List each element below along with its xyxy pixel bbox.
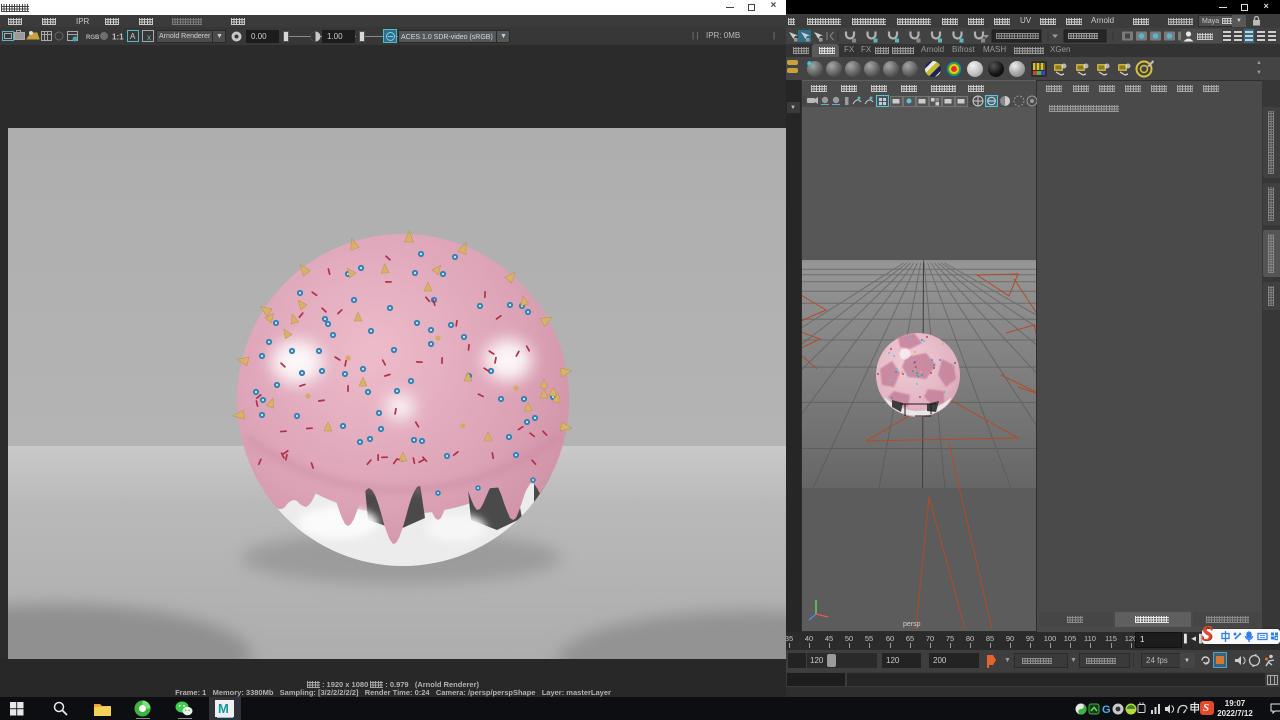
svg-text:RGB: RGB bbox=[86, 35, 100, 41]
svg-text:75: 75 bbox=[946, 634, 954, 643]
svg-text:55: 55 bbox=[865, 634, 873, 643]
svg-text:A: A bbox=[130, 32, 136, 41]
svg-text:80: 80 bbox=[966, 634, 974, 643]
svg-text:45: 45 bbox=[825, 634, 833, 643]
svg-text:G: G bbox=[1102, 704, 1111, 716]
svg-text:65: 65 bbox=[906, 634, 914, 643]
svg-text:105: 105 bbox=[1064, 634, 1077, 643]
svg-text:50: 50 bbox=[845, 634, 853, 643]
svg-text:90: 90 bbox=[1006, 634, 1014, 643]
svg-text:1:1: 1:1 bbox=[112, 33, 124, 42]
svg-text:40: 40 bbox=[805, 634, 813, 643]
svg-text:85: 85 bbox=[986, 634, 994, 643]
svg-text:100: 100 bbox=[1044, 634, 1057, 643]
svg-text:95: 95 bbox=[1026, 634, 1034, 643]
svg-text:x: x bbox=[147, 33, 151, 42]
svg-text:35: 35 bbox=[786, 634, 793, 643]
svg-text:115: 115 bbox=[1105, 634, 1117, 643]
svg-text:70: 70 bbox=[926, 634, 934, 643]
svg-text:60: 60 bbox=[886, 634, 894, 643]
svg-text:110: 110 bbox=[1084, 634, 1096, 643]
